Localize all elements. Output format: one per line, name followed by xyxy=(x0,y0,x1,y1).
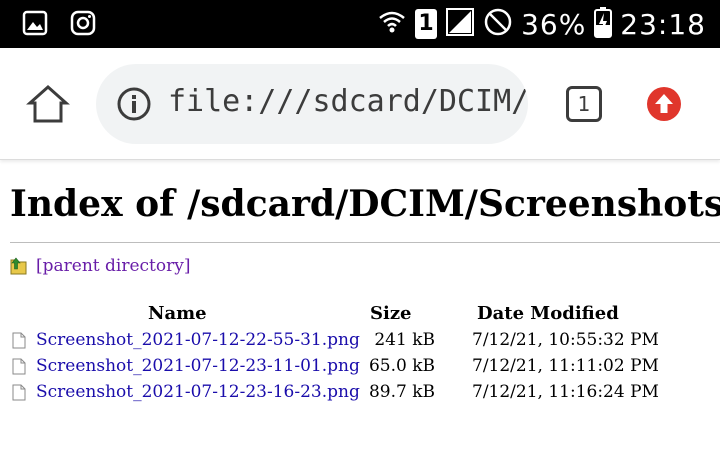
file-link[interactable]: Screenshot_2021-07-12-23-16-23.png xyxy=(36,382,360,402)
file-size: 89.7 kB xyxy=(368,382,435,402)
address-bar[interactable]: file:///sdcard/DCIM/Screenshots/ xyxy=(96,64,528,144)
clock: 23:18 xyxy=(620,7,706,41)
status-bar-system: 1 36% 23:18 xyxy=(377,6,706,42)
page-title: Index of /sdcard/DCIM/Screenshots/ xyxy=(10,183,720,225)
file-date: 7/12/21, 11:11:02 PM xyxy=(472,356,659,376)
status-bar-notifications xyxy=(22,10,96,40)
file-link[interactable]: Screenshot_2021-07-12-22-55-31.png xyxy=(36,330,360,350)
divider xyxy=(10,242,720,243)
file-icon xyxy=(12,384,26,401)
sim-label: 1 xyxy=(418,11,434,36)
page-content: Index of /sdcard/DCIM/Screenshots/ [pare… xyxy=(0,161,720,476)
status-bar: 1 36% 23:18 xyxy=(0,0,720,48)
file-date: 7/12/21, 10:55:32 PM xyxy=(472,330,659,350)
table-row: Screenshot_2021-07-12-22-55-31.png 241 k… xyxy=(10,329,710,355)
column-header-name[interactable]: Name xyxy=(148,303,207,324)
battery-charging-icon xyxy=(594,6,613,42)
tab-switcher-icon[interactable]: 1 xyxy=(566,86,602,122)
home-icon[interactable] xyxy=(26,84,70,124)
file-link[interactable]: Screenshot_2021-07-12-23-11-01.png xyxy=(36,356,360,376)
file-date: 7/12/21, 11:16:24 PM xyxy=(472,382,659,402)
file-size: 241 kB xyxy=(374,330,435,350)
column-header-size[interactable]: Size xyxy=(370,303,412,324)
parent-directory-row[interactable]: [parent directory] xyxy=(10,254,190,278)
browser-toolbar: file:///sdcard/DCIM/Screenshots/ 1 xyxy=(0,48,720,160)
do-not-disturb-icon xyxy=(483,7,513,41)
parent-folder-up-icon[interactable] xyxy=(10,257,27,275)
column-header-date[interactable]: Date Modified xyxy=(477,303,619,324)
parent-directory-link[interactable]: [parent directory] xyxy=(36,256,190,276)
wifi-icon xyxy=(377,7,407,41)
instagram-icon xyxy=(70,10,96,40)
table-row: Screenshot_2021-07-12-23-11-01.png 65.0 … xyxy=(10,355,710,381)
info-icon[interactable] xyxy=(116,86,152,122)
table-row: Screenshot_2021-07-12-23-16-23.png 89.7 … xyxy=(10,381,710,407)
signal-icon xyxy=(445,7,475,41)
sim-1-icon: 1 xyxy=(415,9,438,39)
gallery-icon xyxy=(22,10,48,40)
tab-count: 1 xyxy=(577,92,591,116)
file-size: 65.0 kB xyxy=(368,356,435,376)
url-text[interactable]: file:///sdcard/DCIM/Screenshots/ xyxy=(168,84,528,119)
file-icon xyxy=(12,332,26,349)
battery-percent: 36% xyxy=(521,7,587,41)
update-arrow-icon[interactable] xyxy=(646,86,682,122)
file-icon xyxy=(12,358,26,375)
